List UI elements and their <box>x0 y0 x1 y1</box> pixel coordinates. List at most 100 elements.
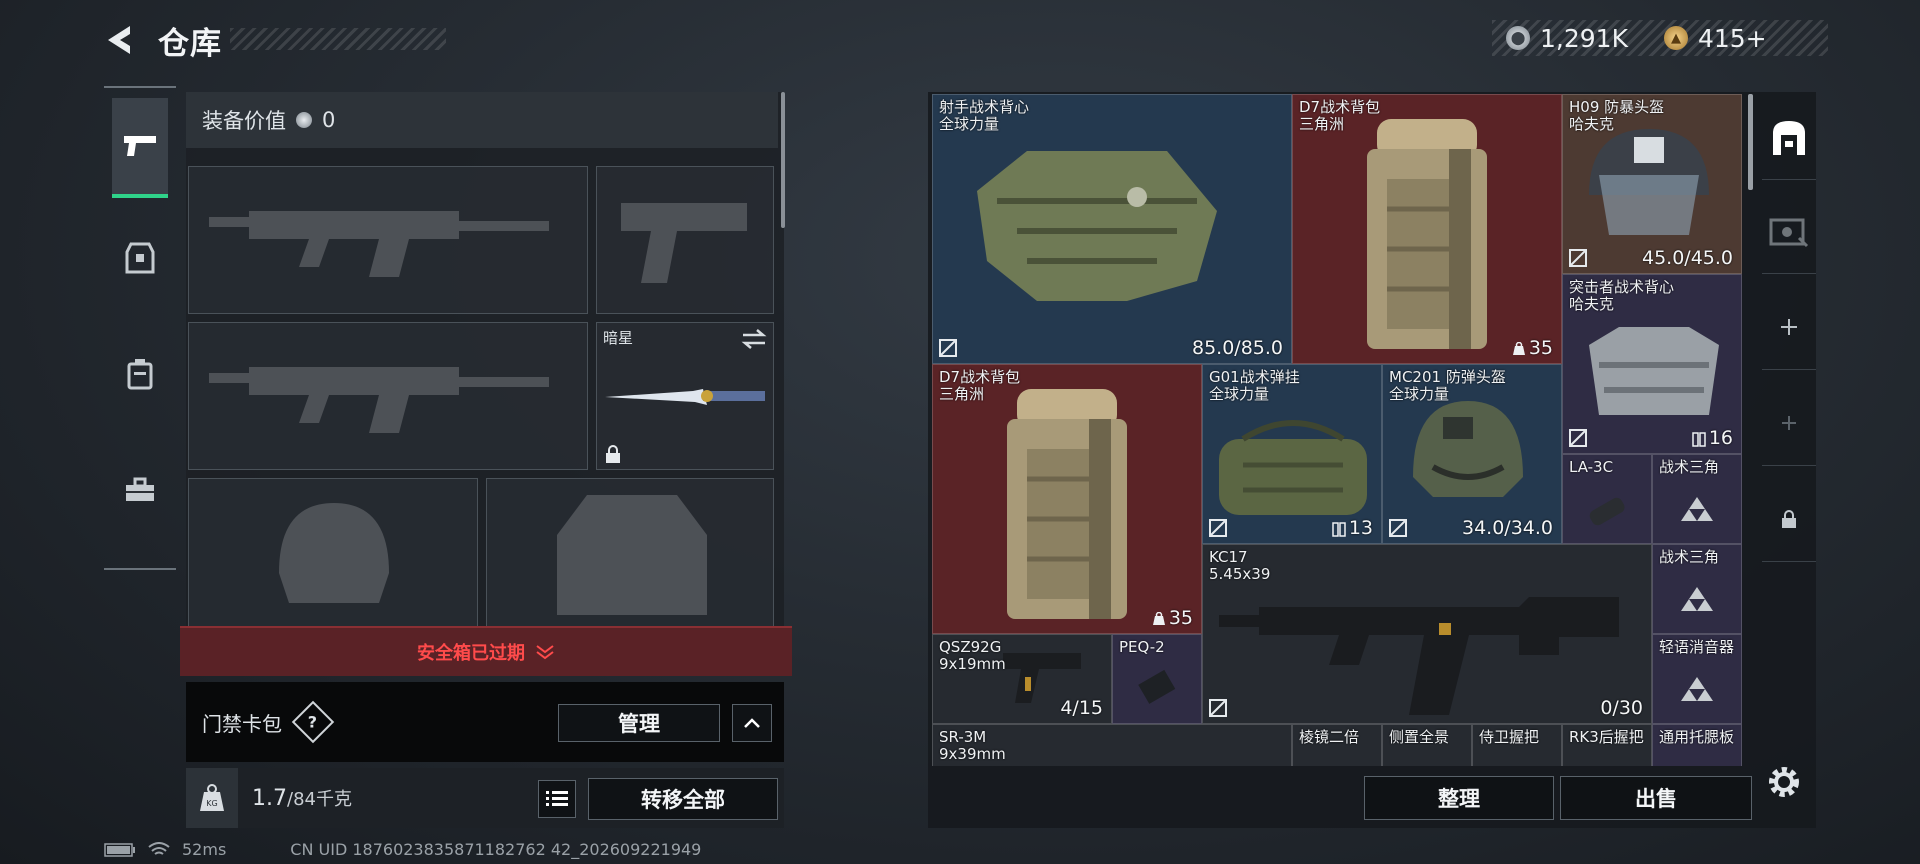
inventory-item[interactable]: RK3后握把 <box>1562 724 1652 766</box>
item-image <box>1681 587 1713 611</box>
loadout-scrollbar[interactable] <box>781 92 785 228</box>
item-image <box>1681 677 1713 701</box>
item-title: MC201 防弹头盔 <box>1389 368 1506 386</box>
weight-current: 1.7 <box>252 786 287 811</box>
equipment-value: 0 <box>322 108 336 132</box>
inventory-item[interactable]: 侍卫握把 <box>1472 724 1562 766</box>
back-arrow-icon[interactable] <box>100 22 140 58</box>
item-image <box>1138 669 1176 704</box>
inventory-item[interactable]: KC17 5.45x39 0/30 <box>1202 544 1652 724</box>
manage-button[interactable]: 管理 <box>558 704 720 742</box>
sort-button[interactable]: 整理 <box>1364 776 1554 820</box>
inventory-item[interactable]: PEQ-2 <box>1112 634 1202 724</box>
ping-text: 52ms <box>182 840 227 859</box>
rifle-silhouette-icon <box>209 211 549 277</box>
inventory-item[interactable]: SR-3M 9x39mm <box>932 724 1292 766</box>
pistol-silhouette-icon <box>621 203 747 283</box>
item-value: 35 <box>1512 337 1553 359</box>
item-title: RK3后握把 <box>1569 728 1644 746</box>
inventory-item[interactable]: 棱镜二倍 <box>1292 724 1382 766</box>
slot-mark-icon <box>1389 519 1407 537</box>
item-name: 通用托腮板 <box>1659 729 1734 746</box>
body-armor-slot[interactable] <box>486 478 774 628</box>
lock-icon <box>1782 509 1796 528</box>
item-value: 13 <box>1332 517 1373 539</box>
inventory-item[interactable]: 侧置全景 <box>1382 724 1472 766</box>
toolbox-icon <box>126 477 154 501</box>
tab-backpack[interactable] <box>112 324 168 424</box>
collapse-button[interactable] <box>732 704 772 742</box>
item-title: PEQ-2 <box>1119 638 1165 656</box>
item-image <box>1321 765 1353 766</box>
uid-text: CN UID 1876023835871182762 42_2026092219… <box>290 840 702 859</box>
item-title: 战术三角 <box>1659 548 1720 566</box>
swap-icon[interactable] <box>741 329 767 349</box>
add-storage-button-disabled <box>1762 380 1816 466</box>
weight-capacity: /84千克 <box>287 789 352 810</box>
item-title: QSZ92G <box>939 638 1002 656</box>
item-name: 战术三角 <box>1659 549 1719 566</box>
item-image <box>1411 765 1443 766</box>
transfer-all-button[interactable]: 转移全部 <box>588 778 778 820</box>
battery-icon <box>104 842 135 857</box>
inventory-item[interactable]: G01战术弹挂 全球力量 13 <box>1202 364 1382 544</box>
item-value: 35 <box>1152 607 1193 629</box>
storage-tab-display[interactable] <box>1762 188 1816 274</box>
item-value: 45.0/45.0 <box>1642 247 1733 269</box>
helmet-slot[interactable] <box>188 478 478 628</box>
pistol-slot[interactable] <box>596 166 774 314</box>
inventory-item[interactable]: QSZ92G 9x19mm 4/15 <box>932 634 1112 724</box>
currency-bar: ⬤ 1,291K ▲ 415+ <box>1492 20 1828 56</box>
item-title: 轻语消音器 <box>1659 638 1735 656</box>
item-image <box>1591 765 1623 766</box>
gold-coin-icon: ▲ <box>1663 26 1688 50</box>
backpack-icon <box>127 359 153 390</box>
item-subtitle: 哈夫克 <box>1569 295 1615 313</box>
item-image <box>977 151 1217 301</box>
add-storage-button[interactable] <box>1762 284 1816 370</box>
inventory-item[interactable]: 轻语消音器 <box>1652 634 1742 724</box>
item-value: 34.0/34.0 <box>1462 517 1553 539</box>
item-value-text: 35 <box>1528 337 1553 359</box>
tab-weapons[interactable] <box>112 98 168 198</box>
rifle-silhouette-icon <box>209 367 549 433</box>
item-title: 侧置全景 <box>1389 728 1450 746</box>
ammo-icon <box>1332 521 1346 537</box>
locked-storage-tab[interactable] <box>1762 476 1816 562</box>
inventory-item[interactable]: D7战术背包 三角洲 35 <box>932 364 1202 634</box>
inventory-item[interactable]: D7战术背包 三角洲 35 <box>1292 94 1562 364</box>
inventory-item[interactable]: 战术三角 <box>1652 454 1742 544</box>
gear-icon[interactable] <box>1762 760 1806 804</box>
storage-grid: 射手战术背心 全球力量 85.0/85.0 D7战术背包 三角洲 35 H09 防暴头盔 哈夫… <box>932 94 1742 766</box>
help-icon[interactable]: ? <box>291 700 335 744</box>
inventory-item[interactable]: 射手战术背心 全球力量 85.0/85.0 <box>932 94 1292 364</box>
tab-case[interactable] <box>112 440 168 540</box>
item-name: RK3后握把 <box>1569 729 1644 746</box>
list-view-button[interactable] <box>538 780 576 818</box>
tab-armor[interactable] <box>112 208 168 308</box>
item-name: MC201 防弹头盔 全球力量 <box>1389 369 1506 403</box>
item-title: 侍卫握把 <box>1479 728 1540 746</box>
safe-box-expired-banner[interactable]: 安全箱已过期 <box>180 626 792 676</box>
item-image <box>1413 401 1523 497</box>
inventory-item[interactable]: 通用托腮板 <box>1652 724 1742 766</box>
inventory-item[interactable]: 战术三角 <box>1652 544 1742 634</box>
sell-button[interactable]: 出售 <box>1560 776 1752 820</box>
card-pack-label: 门禁卡包 <box>202 711 282 736</box>
item-name: G01战术弹挂 全球力量 <box>1209 369 1300 403</box>
melee-slot[interactable]: 暗星 <box>596 322 774 470</box>
item-value: 0/30 <box>1600 697 1643 719</box>
inventory-item[interactable]: MC201 防弹头盔 全球力量 34.0/34.0 <box>1382 364 1562 544</box>
secondary-weapon-slot[interactable] <box>188 322 588 470</box>
inventory-item[interactable]: LA-3C <box>1562 454 1652 544</box>
inventory-item[interactable]: 突击者战术背心 哈夫克 16 <box>1562 274 1742 454</box>
item-subtitle: 三角洲 <box>1299 115 1345 133</box>
item-name: LA-3C <box>1569 459 1613 476</box>
storage-tab-main[interactable] <box>1762 94 1816 180</box>
storage-scrollbar[interactable] <box>1748 94 1753 190</box>
primary-weapon-slot[interactable] <box>188 166 588 314</box>
item-title: D7战术背包 <box>1299 98 1381 116</box>
item-value-text: 16 <box>1708 427 1733 449</box>
item-image <box>1501 765 1533 766</box>
inventory-item[interactable]: H09 防暴头盔 哈夫克 45.0/45.0 <box>1562 94 1742 274</box>
